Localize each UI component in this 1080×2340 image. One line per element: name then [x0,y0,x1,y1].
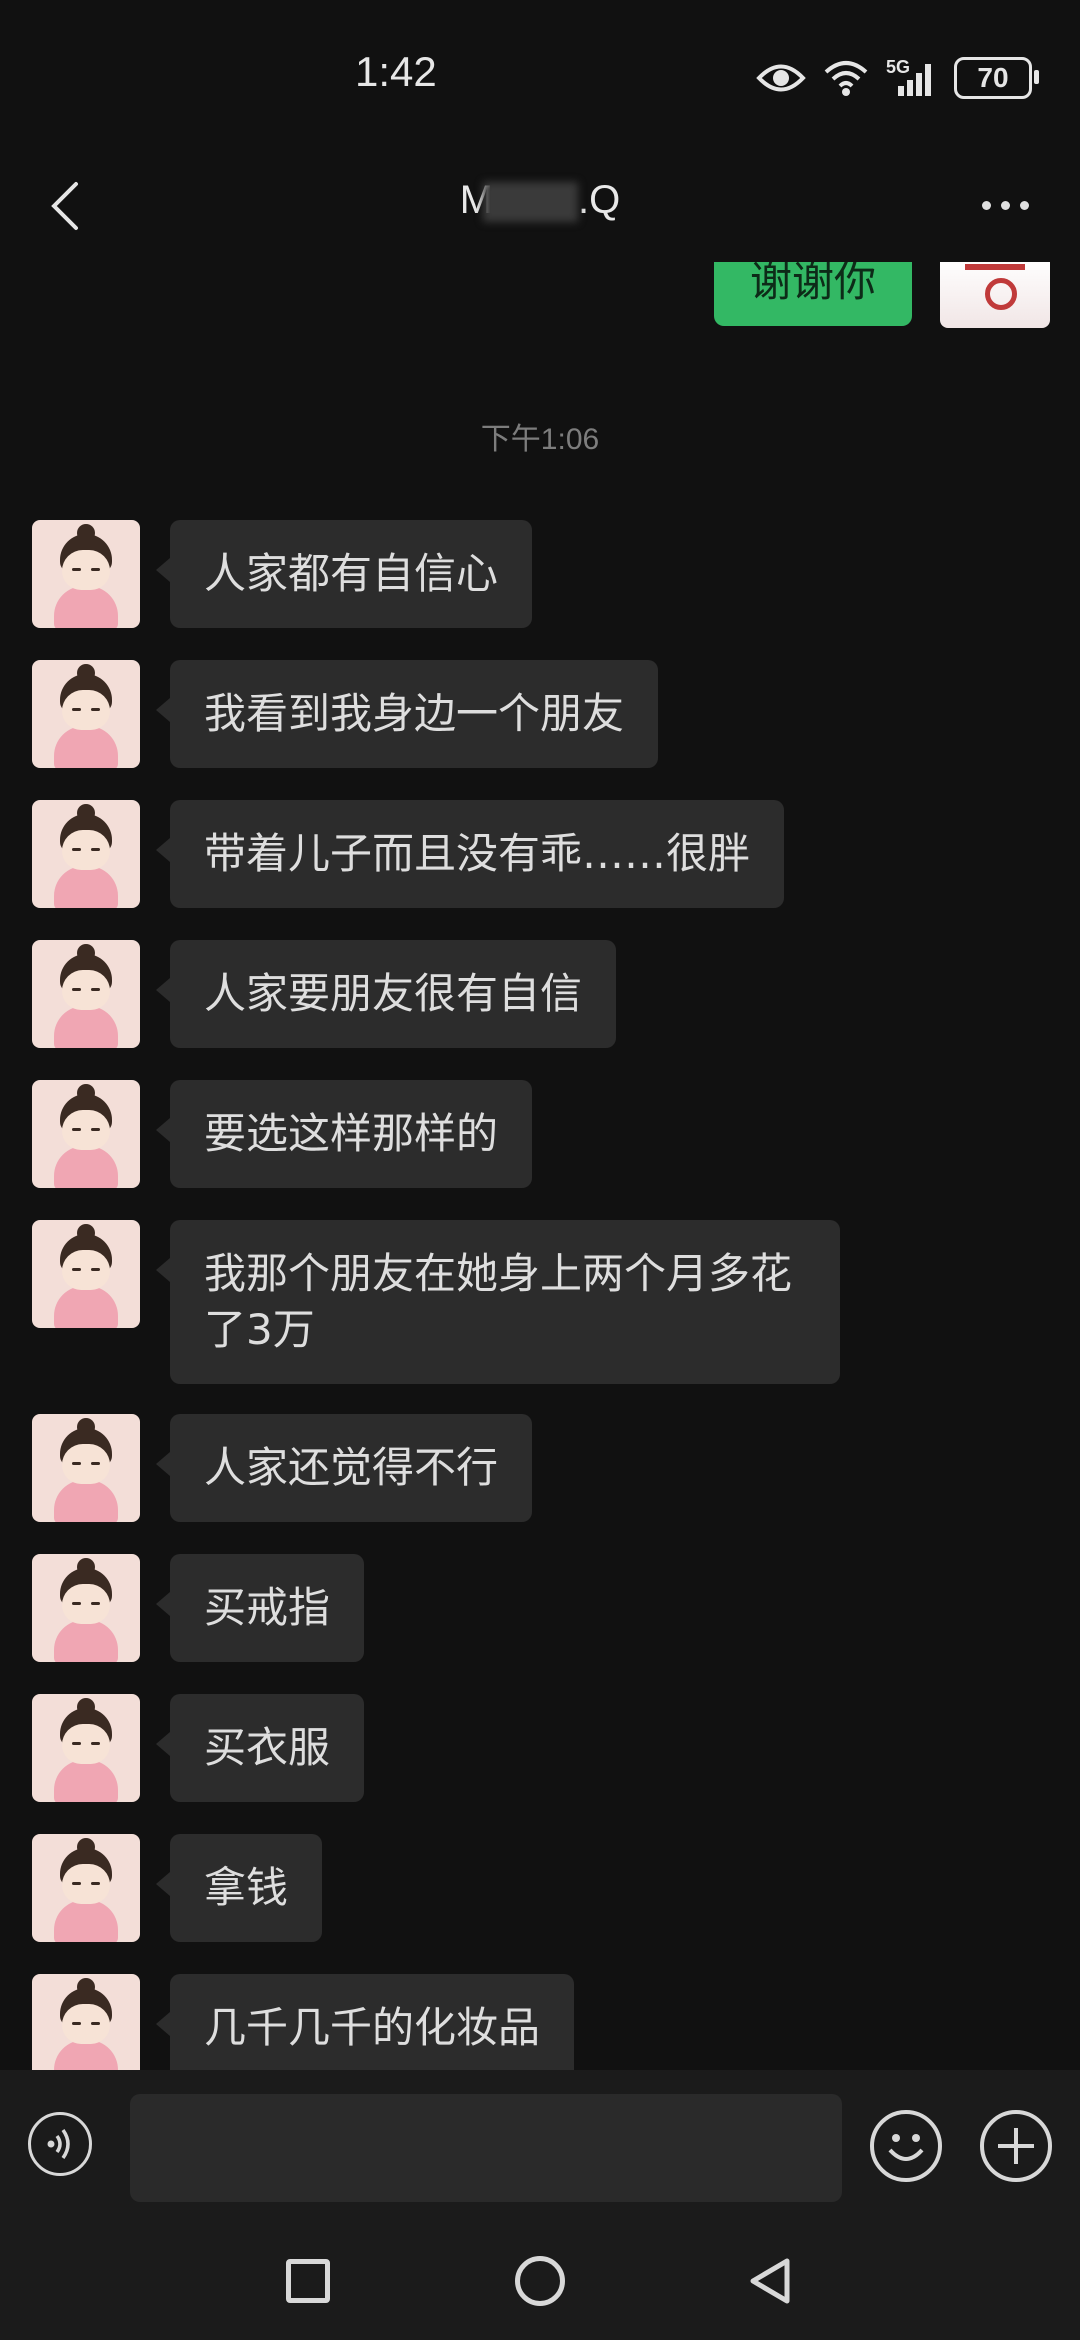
recent-apps-icon[interactable] [286,2259,330,2303]
avatar[interactable] [32,1080,140,1188]
received-message: 我看到我身边一个朋友 [32,660,659,768]
message-bubble[interactable]: 几千几千的化妆品 [155,1974,575,2070]
received-message: 要选这样那样的 [32,1080,533,1188]
avatar[interactable] [32,1414,140,1522]
signal-icon: 5G [886,58,938,98]
message-bubble[interactable]: 要选这样那样的 [155,1080,533,1188]
message-input[interactable] [130,2094,842,2202]
avatar[interactable] [32,1694,140,1802]
received-message: 买衣服 [32,1694,365,1802]
message-timestamp: 下午1:06 [480,423,600,456]
eye-icon [756,64,806,92]
received-message: 带着儿子而且没有乖……很胖 [32,800,785,908]
chat-messages[interactable]: 谢谢你 下午1:06 人家都有自信心 我看到我身边一个朋友 带着儿子而且没有乖…… [0,262,1080,2070]
received-message: 人家都有自信心 [32,520,533,628]
more-dot [1020,200,1029,210]
sender-avatar[interactable] [940,262,1050,328]
message-bubble[interactable]: 我看到我身边一个朋友 [155,660,659,768]
sent-message: 谢谢你 [713,262,1050,328]
chat-title: M .Q [0,178,1080,223]
voice-icon[interactable] [28,2112,92,2176]
message-bubble[interactable]: 买戒指 [155,1554,365,1662]
chat-header: M .Q [0,150,1080,260]
received-message: 人家还觉得不行 [32,1414,533,1522]
plus-icon[interactable] [980,2110,1052,2182]
message-bubble[interactable]: 我那个朋友在她身上两个月多花了3万 [156,1220,840,1384]
emoji-icon[interactable] [870,2110,942,2182]
avatar[interactable] [32,800,140,908]
avatar[interactable] [32,1834,140,1942]
message-bubble[interactable]: 人家要朋友很有自信 [155,940,617,1048]
received-message: 人家要朋友很有自信 [32,940,617,1048]
message-bubble[interactable]: 拿钱 [155,1834,323,1942]
more-dot [1001,200,1010,210]
avatar[interactable] [32,520,140,628]
title-suffix: .Q [578,178,621,222]
avatar[interactable] [32,1554,140,1662]
received-message: 我那个朋友在她身上两个月多花了3万 [32,1220,840,1384]
status-bar: 1:42 5G 70 [0,0,1080,150]
status-icons: 5G 70 [756,50,1039,106]
title-blurred [483,182,579,223]
message-bubble[interactable]: 人家都有自信心 [155,520,533,628]
wifi-icon [824,61,868,96]
system-nav-bar [0,2225,1080,2340]
more-icon[interactable] [982,190,1042,220]
more-dot [982,200,991,210]
avatar[interactable] [32,1220,140,1328]
avatar[interactable] [32,660,140,768]
received-message: 几千几千的化妆品 [32,1974,575,2070]
avatar[interactable] [32,1974,140,2070]
message-bubble[interactable]: 买衣服 [155,1694,365,1802]
system-back-icon[interactable] [745,2255,795,2307]
message-bubble[interactable]: 带着儿子而且没有乖……很胖 [155,800,785,908]
input-bar [0,2070,1080,2225]
received-message: 拿钱 [32,1834,323,1942]
battery-icon: 70 [954,57,1039,99]
status-time: 1:42 [355,48,437,95]
sent-bubble[interactable]: 谢谢你 [713,262,912,326]
received-message: 买戒指 [32,1554,365,1662]
message-bubble[interactable]: 人家还觉得不行 [155,1414,533,1522]
avatar[interactable] [32,940,140,1048]
home-icon[interactable] [515,2256,565,2306]
